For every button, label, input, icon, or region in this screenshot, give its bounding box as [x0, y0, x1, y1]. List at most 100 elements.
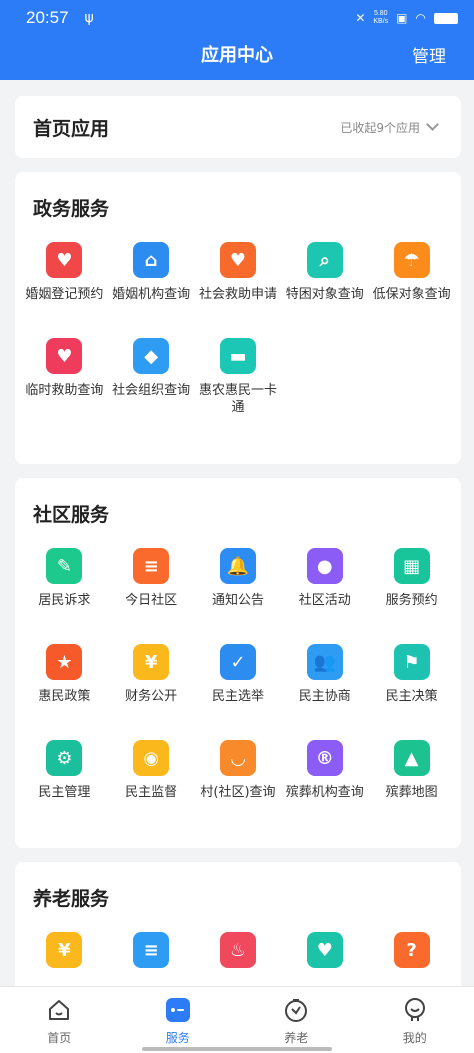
- vote-box-icon: ✓: [219, 644, 256, 680]
- nav-bar: 应用中心 管理: [0, 36, 474, 80]
- app-item[interactable]: ♥ 社会救助申请: [195, 242, 282, 330]
- home-indicator: [142, 1047, 332, 1051]
- flame-icon: ♨: [219, 932, 256, 968]
- tab-label: 我的: [402, 1031, 427, 1045]
- app-label: 民主监督: [125, 785, 178, 800]
- app-label: 民主协商: [298, 689, 351, 704]
- app-label: 殡葬地图: [385, 785, 438, 800]
- app-item[interactable]: ¥ 财务公开: [108, 644, 195, 732]
- app-item[interactable]: ♥ 婚姻登记预约: [21, 242, 108, 330]
- document-icon: ≡: [133, 932, 170, 968]
- app-item[interactable]: ▬ 惠农惠民一卡通: [195, 338, 282, 426]
- map-heart-icon: ♥: [306, 932, 343, 968]
- network-speed: 5.80 KB/s: [373, 10, 389, 25]
- heart-hand-icon: ♥: [46, 338, 83, 374]
- coupon-icon: ¥: [46, 932, 83, 968]
- app-label: 村(社区)查询: [200, 785, 276, 800]
- bell-icon: 🔔: [219, 548, 256, 584]
- app-label: 惠民政策: [38, 689, 91, 704]
- app-item[interactable]: ≡ 今日社区: [108, 548, 195, 636]
- manage-button[interactable]: 管理: [412, 36, 446, 78]
- app-item[interactable]: ⌂ 婚姻机构查询: [108, 242, 195, 330]
- app-grid: ♥ 婚姻登记预约 ⌂ 婚姻机构查询 ♥ 社会救助申请 ⌕ 特困对象查询 ☂ 低保对象查询 ♥ 临时救助…: [21, 242, 455, 426]
- card-icon: ▬: [219, 338, 256, 374]
- app-label: 民主选举: [211, 689, 264, 704]
- shapes-icon: ◆: [133, 338, 170, 374]
- supervision-icon: ◉: [133, 740, 170, 776]
- registered-icon: ®: [306, 740, 343, 776]
- app-item[interactable]: ▦ 服务预约: [368, 548, 455, 636]
- app-item[interactable]: 🔔 通知公告: [195, 548, 282, 636]
- app-item[interactable]: ⚑ 民主决策: [368, 644, 455, 732]
- section-elderly: 养老服务 ¥ ≡ ♨ ♥?: [15, 862, 461, 1002]
- app-label: 特困对象查询: [285, 287, 364, 302]
- wallet-icon: ♥: [219, 242, 256, 278]
- map-icon: ▲: [393, 740, 430, 776]
- home-apps-title: 首页应用: [33, 117, 110, 140]
- calendar-icon: ▦: [393, 548, 430, 584]
- section-title: 养老服务: [33, 888, 110, 910]
- home-apps-card[interactable]: 首页应用 已收起9个应用: [15, 96, 461, 158]
- app-label: 社会组织查询: [112, 383, 191, 398]
- app-item[interactable]: ▲ 殡葬地图: [368, 740, 455, 828]
- service-tab-icon: [165, 997, 191, 1023]
- tab-label: 首页: [47, 1031, 72, 1045]
- decision-icon: ⚑: [393, 644, 430, 680]
- app-label: 婚姻登记预约: [25, 287, 104, 302]
- app-item[interactable]: ◆ 社会组织查询: [108, 338, 195, 426]
- edit-note-icon: ✎: [46, 548, 83, 584]
- tab-bar: 首页 服务 养老 我的: [0, 986, 474, 1053]
- app-item[interactable]: ♥ 临时救助查询: [21, 338, 108, 426]
- app-item[interactable]: ✓ 民主选举: [195, 644, 282, 732]
- tab-label: 服务: [165, 1031, 190, 1045]
- app-label: 通知公告: [211, 593, 264, 608]
- money-bag-icon: ¥: [133, 644, 170, 680]
- section-community: 社区服务 ✎ 居民诉求 ≡ 今日社区 🔔 通知公告 ● 社区活动 ▦ 服务预约 ★ 惠民政策 ¥ 财务公开 ✓…: [15, 478, 461, 848]
- collapsed-toggle[interactable]: 已收起9个应用: [340, 118, 443, 136]
- app-label: 低保对象查询: [372, 287, 451, 302]
- app-label: 今日社区: [125, 593, 178, 608]
- app-item[interactable]: ⌕ 特困对象查询: [281, 242, 368, 330]
- status-bar: 20:57 ψ ✕ 5.80 KB/s ▣ ◠: [0, 0, 474, 36]
- usb-icon: ψ: [84, 10, 94, 26]
- app-item[interactable]: ◡ 村(社区)查询: [195, 740, 282, 828]
- app-label: 财务公开: [125, 689, 178, 704]
- tab-item[interactable]: 养老: [237, 987, 356, 1053]
- app-label: 惠农惠民一卡通: [198, 383, 277, 415]
- app-label: 服务预约: [385, 593, 438, 608]
- app-item[interactable]: 👥 民主协商: [281, 644, 368, 732]
- tab-item[interactable]: 我的: [356, 987, 474, 1053]
- app-label: 殡葬机构查询: [285, 785, 364, 800]
- app-label: 民主管理: [38, 785, 91, 800]
- app-label: 临时救助查询: [25, 383, 104, 398]
- section-title: 政务服务: [33, 198, 110, 220]
- app-item[interactable]: ⚙ 民主管理: [21, 740, 108, 828]
- question-icon: ?: [393, 932, 430, 968]
- umbrella-icon: ☂: [393, 242, 430, 278]
- tab-item[interactable]: 首页: [0, 987, 119, 1053]
- app-label: 居民诉求: [38, 593, 91, 608]
- search-house-icon: ⌕: [306, 242, 343, 278]
- app-item[interactable]: ☂ 低保对象查询: [368, 242, 455, 330]
- management-icon: ⚙: [46, 740, 83, 776]
- tab-item[interactable]: 服务: [119, 987, 238, 1053]
- tab-label: 养老: [284, 1031, 309, 1045]
- status-time: 20:57: [26, 8, 69, 27]
- chat-bubble-icon: ◡: [219, 740, 256, 776]
- home-tab-icon: [46, 997, 72, 1023]
- app-grid: ✎ 居民诉求 ≡ 今日社区 🔔 通知公告 ● 社区活动 ▦ 服务预约 ★ 惠民政策 ¥ 财务公开 ✓ 民主选举…: [21, 548, 455, 828]
- location-pin-icon: ●: [306, 548, 343, 584]
- app-label: 社会救助申请: [198, 287, 277, 302]
- collapsed-text: 已收起9个应用: [340, 120, 420, 135]
- page-title: 应用中心: [201, 45, 273, 66]
- marriage-house-icon: ⌂: [133, 242, 170, 278]
- app-item[interactable]: ✎ 居民诉求: [21, 548, 108, 636]
- app-label: 民主决策: [385, 689, 438, 704]
- chevron-down-icon: [426, 118, 439, 131]
- mute-icon: ✕: [355, 11, 366, 25]
- app-item[interactable]: ★ 惠民政策: [21, 644, 108, 732]
- app-item[interactable]: ◉ 民主监督: [108, 740, 195, 828]
- battery-icon: [434, 12, 458, 24]
- app-item[interactable]: ® 殡葬机构查询: [281, 740, 368, 828]
- app-item[interactable]: ● 社区活动: [281, 548, 368, 636]
